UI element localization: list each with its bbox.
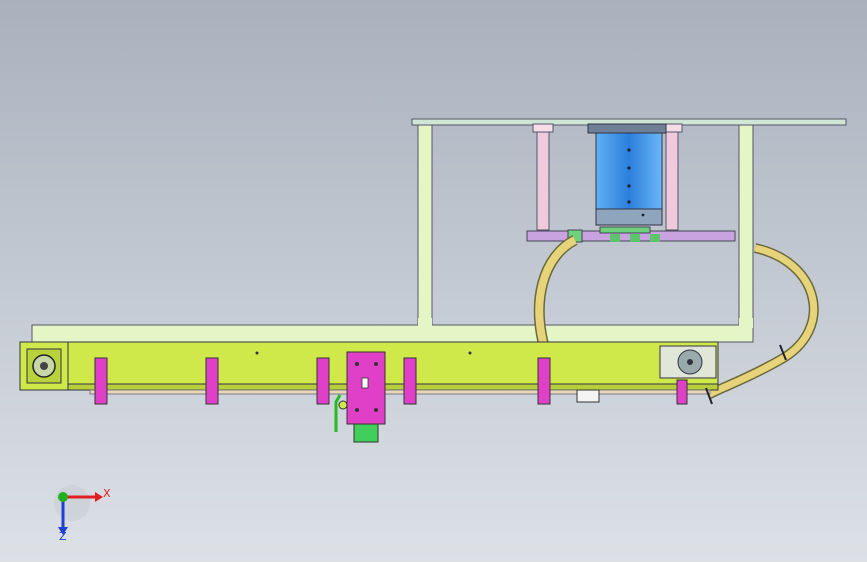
bracket <box>537 357 551 405</box>
guide-bar <box>89 389 711 395</box>
bracket <box>94 357 108 405</box>
bracket <box>403 357 417 405</box>
z-axis-label: Z <box>59 530 67 543</box>
carriage-block <box>353 423 379 443</box>
right-post <box>738 124 754 341</box>
bracket <box>316 357 330 405</box>
left-post <box>417 124 433 328</box>
x-axis-label: X <box>103 487 111 500</box>
guide-rod-left <box>536 123 550 231</box>
cylinder-body <box>595 132 663 210</box>
bracket <box>205 357 219 405</box>
cad-viewport[interactable]: X Z <box>0 0 867 562</box>
cylinder-base <box>595 208 663 226</box>
linear-rail <box>67 341 719 389</box>
frame-beam-body <box>31 324 754 343</box>
axis-triad <box>54 485 103 535</box>
assembly-drawing <box>19 118 847 535</box>
guide-rod-right <box>665 123 679 231</box>
bracket <box>676 379 688 405</box>
cable-clamp <box>576 389 600 403</box>
cylinder-cap <box>587 123 667 134</box>
